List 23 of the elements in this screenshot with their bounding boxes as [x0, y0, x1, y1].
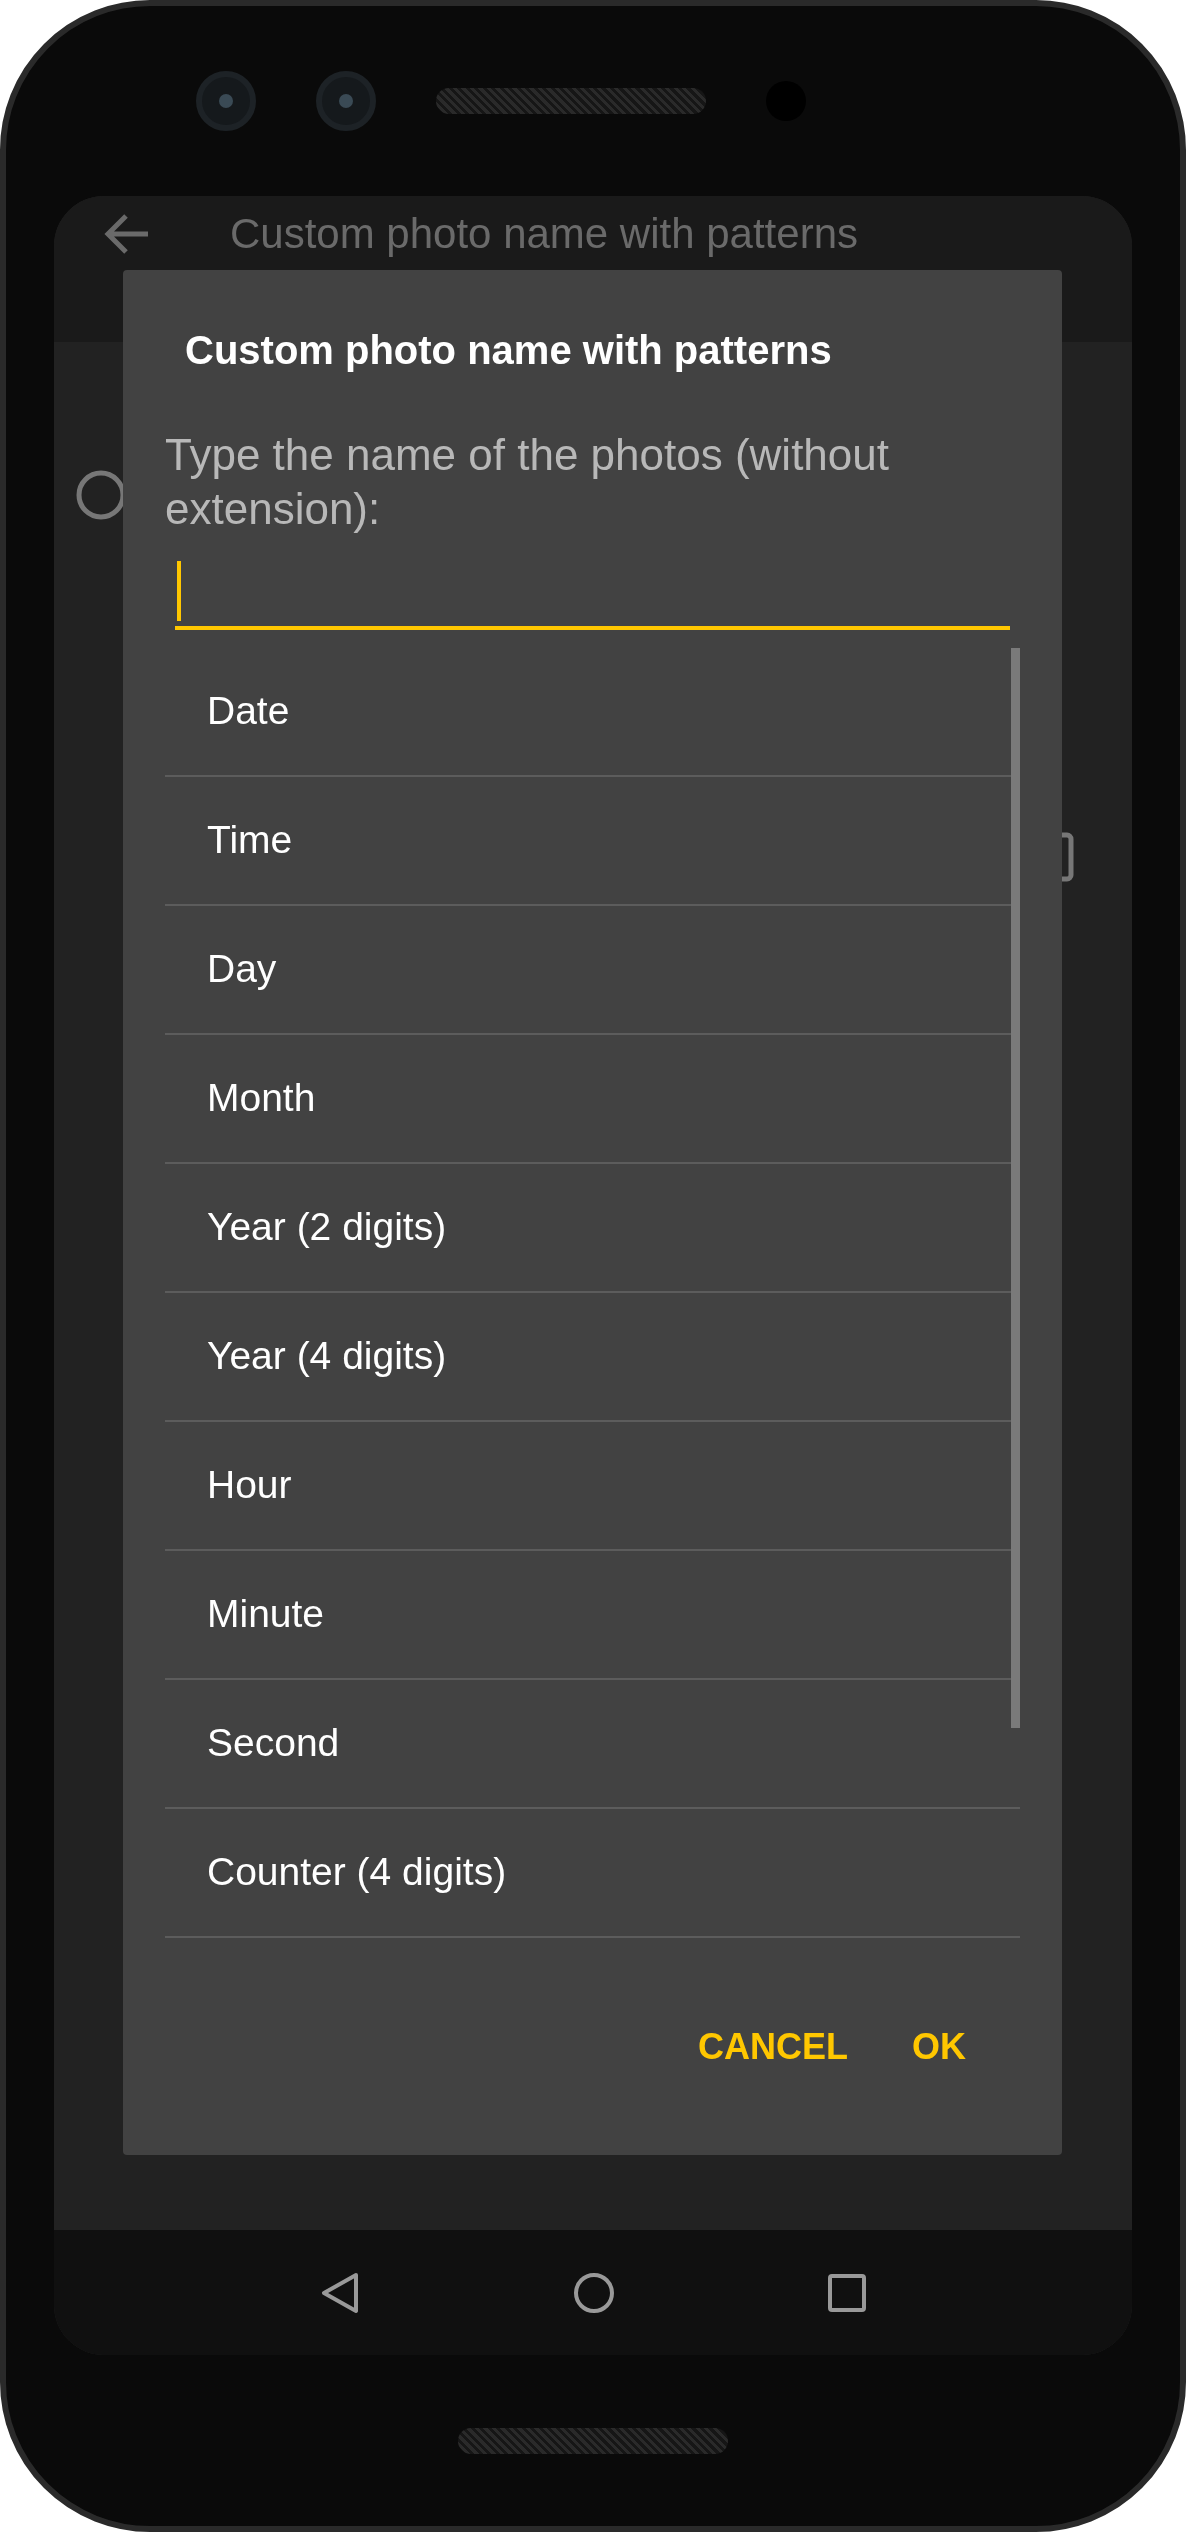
pattern-item[interactable]: Time — [165, 777, 1020, 906]
home-icon[interactable] — [573, 2271, 615, 2314]
pattern-item[interactable]: Minute — [165, 1551, 1020, 1680]
pattern-item[interactable]: Month — [165, 1035, 1020, 1164]
camera-icon — [196, 71, 256, 131]
radio-icon — [76, 470, 126, 520]
camera-icon — [316, 71, 376, 131]
dialog-title: Custom photo name with patterns — [185, 327, 833, 374]
pattern-item[interactable]: Year (4 digits) — [165, 1293, 1020, 1422]
pattern-item[interactable]: Second — [165, 1680, 1020, 1809]
pattern-item[interactable]: Hour — [165, 1422, 1020, 1551]
app-title: Custom photo name with patterns — [230, 210, 858, 258]
dialog-button[interactable]: OK — [908, 2009, 970, 2084]
back-icon[interactable] — [320, 2270, 361, 2315]
dialog-message: Type the name of the photos (without extension): — [165, 429, 890, 535]
recents-icon[interactable] — [827, 2273, 866, 2312]
pattern-item[interactable]: Date — [165, 648, 1020, 777]
pattern-item[interactable]: Day — [165, 906, 1020, 1035]
text-cursor — [177, 561, 181, 621]
dialog-button[interactable]: CANCEL — [694, 2009, 852, 2084]
pattern-item[interactable]: Counter (4 digits) — [165, 1809, 1020, 1938]
pattern-item[interactable]: Year (2 digits) — [165, 1164, 1020, 1293]
back-arrow-icon[interactable] — [104, 214, 150, 254]
